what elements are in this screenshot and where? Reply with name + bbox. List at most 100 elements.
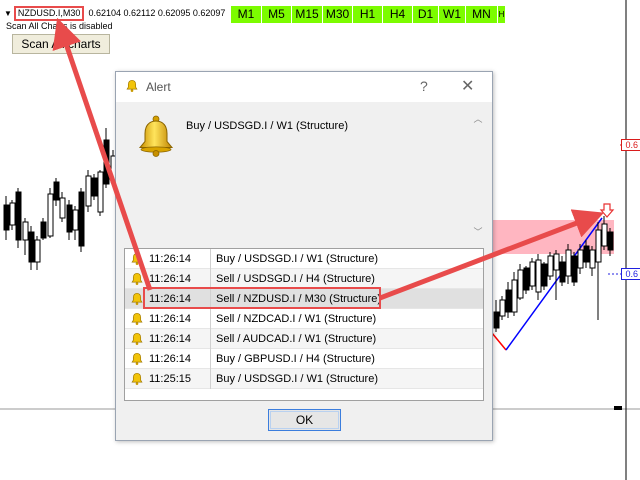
list-item[interactable]: 11:26:14 Sell / USDSGD.I / H4 (Structure… [125, 268, 483, 289]
alert-time: 11:26:14 [149, 312, 192, 325]
close-icon[interactable]: ✕ [461, 76, 474, 96]
symbol-label: NZDUSD.I,M30 [13, 5, 85, 21]
alert-text: Buy / GBPUSD.I / H4 (Structure) [216, 352, 375, 365]
candle-body [15, 191, 22, 241]
list-item[interactable]: 11:26:14 Sell / AUDCAD.I / W1 (Structure… [125, 328, 483, 349]
column-divider [210, 368, 211, 389]
alert-dialog: Alert ? ✕ Buy / USDSGD.I / W1 (Structure… [115, 71, 493, 441]
price-tag-upper: 0.6 [621, 139, 640, 151]
candle-body [601, 223, 608, 247]
alert-time: 11:26:14 [149, 332, 192, 345]
candle-body [85, 175, 92, 207]
candle-body [72, 209, 79, 231]
column-divider [210, 248, 211, 269]
timeframe-button-d1[interactable]: D1 [413, 6, 439, 23]
candle-body [529, 261, 536, 287]
column-divider [210, 308, 211, 329]
alert-text: Sell / NZDCAD.I / W1 (Structure) [216, 312, 377, 325]
scroll-up-icon[interactable]: ︿ [472, 112, 484, 125]
symbol-info-line: ▼ NZDUSD.I,M30 0.62104 0.62112 0.62095 0… [4, 5, 226, 21]
alert-text: Sell / AUDCAD.I / W1 (Structure) [216, 332, 377, 345]
bell-icon [131, 252, 143, 265]
candle-body [523, 267, 530, 291]
candle-body [565, 249, 572, 277]
candle-body [40, 221, 47, 239]
candle-body [66, 204, 73, 233]
candle-body [583, 245, 590, 263]
list-item[interactable]: 11:26:14 Buy / USDSGD.I / W1 (Structure) [125, 248, 483, 269]
bell-icon [131, 292, 143, 305]
candle-body [28, 231, 35, 263]
timeframe-button-mn[interactable]: MN [466, 6, 498, 23]
timeframe-button-h1[interactable]: H1 [353, 6, 383, 23]
bell-icon [138, 115, 174, 157]
alert-text: Buy / USDSGD.I / W1 (Structure) [216, 252, 378, 265]
current-price-marker [614, 406, 622, 410]
candle-body [541, 263, 548, 287]
price-tag-current: 0.6 [621, 268, 640, 280]
candle-body [535, 259, 542, 293]
list-item[interactable]: 11:26:14 Buy / GBPUSD.I / H4 (Structure) [125, 348, 483, 369]
candle-body [571, 255, 578, 283]
candle-body [607, 231, 614, 251]
structure-line-down [491, 332, 507, 351]
candle-body [47, 193, 54, 237]
scan-status-text: Scan All Charts is disabled [6, 21, 113, 31]
timeframe-button-m30[interactable]: M30 [323, 6, 353, 23]
bell-icon [131, 272, 143, 285]
bell-icon [126, 79, 138, 92]
candle-body [34, 239, 41, 263]
timeframe-button-h4[interactable]: H4 [383, 6, 413, 23]
ohlc-prices: 0.62104 0.62112 0.62095 0.62097 [88, 8, 226, 18]
candle-body [547, 255, 554, 277]
bell-icon [131, 352, 143, 365]
candle-body [9, 202, 16, 226]
timeframe-bar: M1 M5 M15 M30 H1 H4 D1 W1 MN H [231, 6, 506, 23]
message-scrollbar[interactable]: ︿ ﹀ [472, 110, 484, 240]
alert-text: Buy / USDSGD.I / W1 (Structure) [216, 372, 378, 385]
column-divider [210, 348, 211, 369]
candle-body [505, 289, 512, 313]
alert-history-list[interactable]: 11:26:14 Buy / USDSGD.I / W1 (Structure)… [124, 248, 484, 401]
candle-body [22, 221, 29, 241]
dialog-title-bar: Alert ? ✕ [116, 72, 492, 102]
timeframe-button-m1[interactable]: M1 [231, 6, 262, 23]
alert-time: 11:26:14 [149, 272, 192, 285]
timeframe-button-m15[interactable]: M15 [292, 6, 323, 23]
scroll-down-icon[interactable]: ﹀ [472, 225, 484, 238]
alert-time: 11:26:14 [149, 352, 192, 365]
candle-body [78, 191, 85, 247]
candle-body [577, 249, 584, 269]
candle-body [517, 269, 524, 299]
timeframe-button-m5[interactable]: M5 [262, 6, 292, 23]
alert-text: Sell / USDSGD.I / H4 (Structure) [216, 272, 375, 285]
candle-body [493, 311, 500, 329]
list-item[interactable]: 11:25:15 Buy / USDSGD.I / W1 (Structure) [125, 368, 483, 389]
dialog-title: Alert [146, 80, 171, 94]
help-icon[interactable]: ? [420, 78, 428, 94]
candle-body [499, 299, 506, 317]
list-item[interactable]: 11:26:14 Sell / NZDCAD.I / W1 (Structure… [125, 308, 483, 329]
candle-body [59, 197, 66, 219]
alert-time: 11:26:14 [149, 252, 192, 265]
candle-body [511, 279, 518, 313]
candle-body [553, 253, 560, 271]
supply-zone [490, 220, 614, 254]
highlight-box-annotation [143, 287, 381, 309]
timeframe-button-w1[interactable]: W1 [439, 6, 466, 23]
bell-icon [131, 312, 143, 325]
scan-all-charts-button[interactable]: Scan All charts [12, 34, 110, 54]
timeframe-button-h[interactable]: H [498, 6, 506, 23]
dropdown-arrow-icon[interactable]: ▼ [4, 9, 12, 18]
column-divider [210, 268, 211, 289]
alert-time: 11:25:15 [149, 372, 192, 385]
bell-icon [131, 332, 143, 345]
alert-message-text: Buy / USDSGD.I / W1 (Structure) [186, 120, 348, 132]
candle-body [53, 181, 60, 201]
ok-button[interactable]: OK [268, 409, 341, 431]
terminal-window: ▼ NZDUSD.I,M30 0.62104 0.62112 0.62095 0… [0, 0, 640, 480]
bell-icon [131, 372, 143, 385]
candle-body [91, 177, 98, 197]
candle-body [103, 139, 110, 185]
sell-arrow-icon [599, 203, 615, 218]
